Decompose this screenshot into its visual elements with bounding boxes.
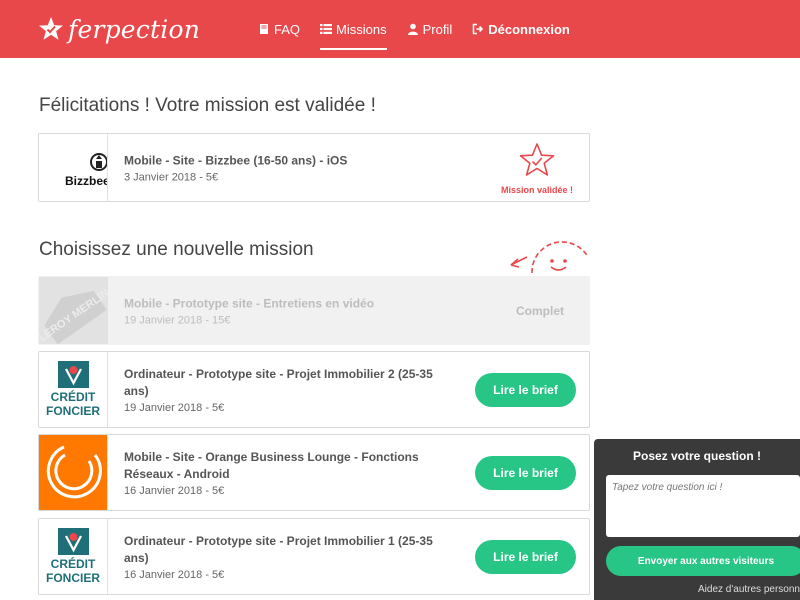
main-nav: FAQ Missions Profil Déconnexion [248, 0, 580, 58]
mission-card[interactable]: CRÉDIT FONCIER Ordinateur - Prototype si… [38, 518, 590, 595]
mission-card[interactable]: Mobile - Site - Orange Business Lounge -… [38, 434, 590, 511]
leroy-merlin-house-icon: LEROY MERLIN [39, 287, 108, 344]
new-mission-heading: Choisissez une nouvelle mission [39, 239, 314, 260]
mission-card[interactable]: CRÉDIT FONCIER Ordinateur - Prototype si… [38, 351, 590, 428]
logout-icon [472, 23, 484, 35]
brand-name: ferpection [68, 14, 200, 44]
nav-profile[interactable]: Profil [397, 0, 463, 58]
mission-date-price: 16 Janvier 2018 - 5€ [124, 568, 225, 581]
mission-info: Ordinateur - Prototype site - Projet Imm… [124, 366, 459, 414]
nav-missions[interactable]: Missions [310, 0, 397, 58]
nav-profile-label: Profil [422, 21, 453, 37]
bizzbee-logo-text: Bizzbee [65, 174, 108, 188]
leroy-merlin-logo: LEROY MERLIN [39, 277, 108, 344]
nav-logout[interactable]: Déconnexion [462, 0, 580, 58]
list-icon [320, 24, 333, 34]
read-brief-button[interactable]: Lire le brief [475, 372, 576, 407]
mission-title: Mobile - Site - Orange Business Lounge -… [124, 449, 419, 481]
mission-info: Mobile - Prototype site - Entretiens en … [124, 295, 459, 326]
brand-logo[interactable]: ferpection [38, 12, 200, 46]
validated-label: Mission validée ! [500, 185, 574, 195]
read-brief-button[interactable]: Lire le brief [475, 539, 576, 574]
mission-title: Mobile - Prototype site - Entretiens en … [124, 296, 375, 310]
mission-date-price: 19 Janvier 2018 - 5€ [124, 401, 225, 414]
read-brief-button[interactable]: Lire le brief [475, 455, 576, 490]
star-check-icon [519, 143, 555, 176]
mission-date-price: 16 Janvier 2018 - 5€ [124, 484, 225, 497]
nav-faq-label: FAQ [274, 21, 301, 37]
send-question-button[interactable]: Envoyer aux autres visiteurs [606, 546, 800, 576]
credit-foncier-emblem [58, 528, 89, 555]
star-logo-icon [39, 17, 63, 40]
mission-title: Mobile - Site - Bizzbee (16-50 ans) - iO… [124, 153, 348, 167]
orange-logo [39, 435, 108, 510]
mission-title: Ordinateur - Prototype site - Projet Imm… [124, 533, 433, 565]
mission-info: Mobile - Site - Orange Business Lounge -… [124, 449, 459, 497]
credit-foncier-line2: FONCIER [46, 571, 100, 585]
mission-date-price: 3 Janvier 2018 - 5€ [124, 171, 219, 183]
credit-foncier-line2: FONCIER [46, 404, 100, 418]
credit-foncier-line1: CRÉDIT [50, 390, 96, 404]
credit-foncier-emblem-icon [65, 533, 82, 553]
nav-logout-label: Déconnexion [488, 21, 570, 37]
mission-date-price: 19 Janvier 2018 - 15€ [124, 314, 231, 326]
question-widget-title: Posez votre question ! [632, 449, 762, 463]
credit-foncier-logo: CRÉDIT FONCIER [39, 519, 108, 594]
validated-mission-card[interactable]: Bizzbee Mobile - Site - Bizzbee (16-50 a… [38, 133, 590, 202]
mission-info: Mobile - Site - Bizzbee (16-50 ans) - iO… [124, 152, 459, 183]
mission-card: LEROY MERLIN Mobile - Prototype site - E… [38, 276, 590, 345]
bee-icon [90, 153, 107, 171]
book-icon [260, 24, 268, 34]
mission-title: Ordinateur - Prototype site - Projet Imm… [124, 366, 433, 398]
mission-status-complete: Complet [516, 303, 564, 318]
user-icon [407, 23, 418, 35]
top-navbar: ferpection FAQ Missions Profil Déconnexi… [0, 0, 800, 58]
question-input[interactable] [606, 475, 800, 537]
bizzbee-logo: Bizzbee [39, 134, 108, 201]
mission-validated-badge: Mission validée ! [497, 142, 577, 195]
credit-foncier-emblem-icon [65, 366, 82, 386]
credit-foncier-emblem [58, 361, 89, 388]
question-widget: Posez votre question ! Envoyer aux autre… [594, 439, 800, 600]
validated-heading: Félicitations ! Votre mission est validé… [39, 95, 376, 116]
nav-missions-label: Missions [336, 21, 387, 37]
credit-foncier-line1: CRÉDIT [50, 557, 96, 571]
nav-faq[interactable]: FAQ [248, 0, 310, 58]
mission-info: Ordinateur - Prototype site - Projet Imm… [124, 533, 459, 581]
help-others-link[interactable]: Aidez d'autres personn [698, 584, 800, 595]
credit-foncier-logo: CRÉDIT FONCIER [39, 352, 108, 427]
orange-ring-icon [46, 445, 102, 499]
smiley-icon [510, 241, 589, 274]
